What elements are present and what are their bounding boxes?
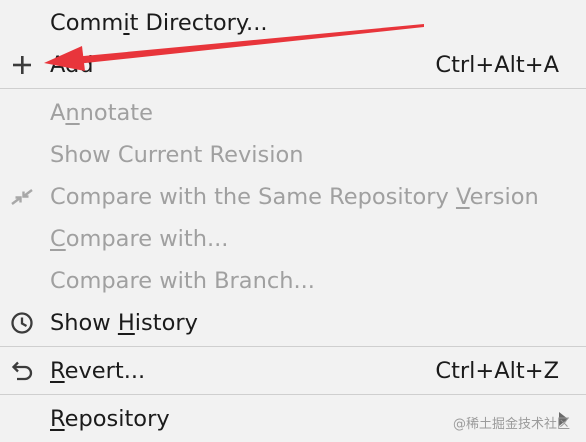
menu-item-revert[interactable]: Revert... Ctrl+Alt+Z (0, 351, 586, 391)
menu-item-label: Annotate (50, 100, 153, 126)
menu-separator (0, 394, 586, 395)
clock-icon (11, 312, 33, 334)
menu-item-label: Repository (50, 406, 170, 432)
menu-item-compare-with-branch[interactable]: Compare with Branch... (0, 261, 586, 301)
menu-item-label: Compare with Branch... (50, 268, 315, 294)
menu-item-shortcut: Ctrl+Alt+Z (435, 358, 559, 384)
menu-item-show-current-revision[interactable]: Show Current Revision (0, 135, 586, 175)
menu-item-compare-with[interactable]: Compare with... (0, 219, 586, 259)
menu-item-add[interactable]: Add Ctrl+Alt+A (0, 45, 586, 85)
plus-icon (13, 56, 31, 74)
menu-item-commit-directory[interactable]: Commit Directory... (0, 3, 586, 43)
menu-item-shortcut: Ctrl+Alt+A (435, 52, 559, 78)
menu-item-label: Compare with... (50, 226, 229, 252)
menu-item-show-history[interactable]: Show History (0, 303, 586, 343)
menu-item-label: Revert... (50, 358, 146, 384)
undo-icon (11, 361, 33, 381)
menu-item-compare-same-repository-version[interactable]: Compare with the Same Repository Version (0, 177, 586, 217)
menu-item-annotate[interactable]: Annotate (0, 93, 586, 133)
menu-item-label: Add (50, 52, 94, 78)
menu-item-label: Commit Directory... (50, 10, 268, 36)
watermark: @稀土掘金技术社区 (452, 417, 570, 432)
menu-separator (0, 88, 586, 89)
menu-item-label: Show Current Revision (50, 142, 304, 168)
menu-item-label: Compare with the Same Repository Version (50, 184, 539, 210)
vcs-context-menu: Commit Directory... Add Ctrl+Alt+A Annot… (0, 0, 586, 442)
menu-item-label: Show History (50, 310, 198, 336)
compare-arrows-icon (11, 189, 33, 205)
menu-separator (0, 346, 586, 347)
